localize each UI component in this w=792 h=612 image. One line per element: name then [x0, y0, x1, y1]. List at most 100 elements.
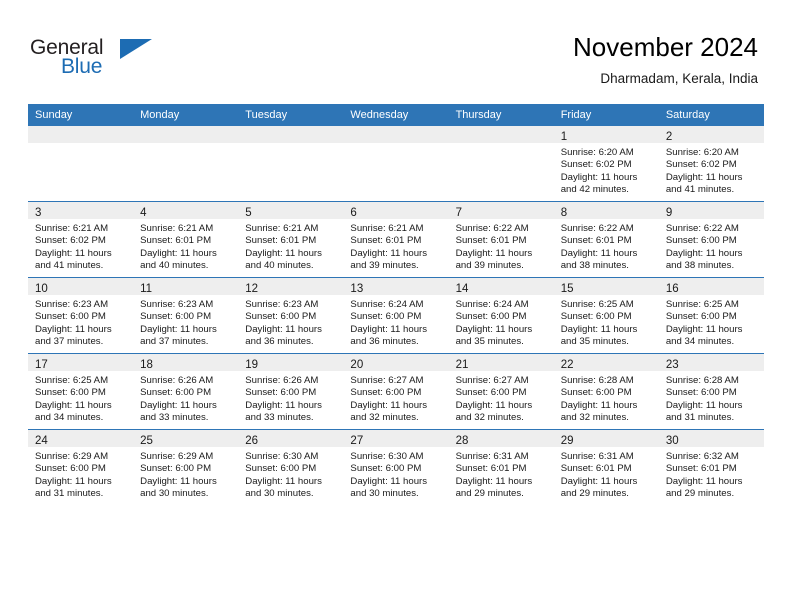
day-number: 21	[455, 359, 469, 371]
day-detail-line: Sunrise: 6:29 AM	[35, 451, 109, 462]
title-block: November 2024 Dharmadam, Kerala, India	[573, 32, 758, 88]
day-number-band	[238, 126, 344, 143]
calendar-empty-cell	[343, 126, 449, 202]
day-detail-line: Sunset: 6:01 PM	[560, 235, 632, 247]
day-detail-line: Sunset: 6:00 PM	[560, 311, 632, 323]
day-detail-line: Sunrise: 6:25 AM	[560, 299, 634, 310]
day-detail-line: Sunrise: 6:22 AM	[560, 223, 634, 234]
calendar-day-cell[interactable]: 16 Sunrise: 6:25 AM Sunset: 6:00 PM Dayligh…	[658, 277, 764, 354]
day-detail-line: and 33 minutes.	[140, 412, 209, 424]
day-number-band: 9	[658, 202, 764, 219]
calendar-day-cell[interactable]: 5 Sunrise: 6:21 AM Sunset: 6:01 PM Daylight…	[238, 201, 344, 278]
day-number-band: 6	[343, 202, 449, 219]
day-number-band: 5	[238, 202, 344, 219]
calendar-day-cell[interactable]: 2 Sunrise: 6:20 AM Sunset: 6:02 PM Daylight…	[658, 126, 764, 202]
weekday-header-saturday: Saturday	[658, 104, 764, 126]
calendar-day-cell[interactable]: 24 Sunrise: 6:29 AM Sunset: 6:00 PM Dayligh…	[28, 429, 134, 505]
day-detail-line: Sunset: 6:02 PM	[665, 159, 737, 171]
day-detail-line: Sunset: 6:00 PM	[245, 463, 317, 475]
calendar-day-cell[interactable]: 21 Sunrise: 6:27 AM Sunset: 6:00 PM Dayligh…	[448, 353, 554, 430]
calendar-day-cell[interactable]: 29 Sunrise: 6:31 AM Sunset: 6:01 PM Dayligh…	[553, 429, 659, 505]
day-detail-line: Daylight: 11 hours	[455, 399, 533, 411]
day-cell-details: Sunrise: 6:26 AM Sunset: 6:00 PM Daylight:…	[238, 371, 343, 425]
day-cell-details: Sunrise: 6:20 AM Sunset: 6:02 PM Daylight:…	[554, 143, 659, 197]
calendar-day-cell[interactable]: 28 Sunrise: 6:31 AM Sunset: 6:01 PM Dayligh…	[448, 429, 554, 505]
day-detail-line: Daylight: 11 hours	[665, 475, 743, 487]
day-cell-details	[28, 143, 133, 147]
day-number-band: 11	[133, 278, 239, 295]
day-detail-line: Daylight: 11 hours	[140, 399, 217, 411]
calendar-day-cell[interactable]: 13 Sunrise: 6:24 AM Sunset: 6:00 PM Dayligh…	[343, 277, 449, 354]
calendar-day-cell[interactable]: 22 Sunrise: 6:28 AM Sunset: 6:00 PM Dayligh…	[553, 353, 659, 430]
day-detail-line: and 39 minutes.	[455, 260, 524, 272]
day-detail-line: and 32 minutes.	[455, 412, 524, 424]
calendar-day-cell[interactable]: 15 Sunrise: 6:25 AM Sunset: 6:00 PM Dayligh…	[553, 277, 659, 354]
calendar-day-cell[interactable]: 20 Sunrise: 6:27 AM Sunset: 6:00 PM Dayligh…	[343, 353, 449, 430]
day-detail-line: and 34 minutes.	[665, 336, 735, 348]
day-detail-line: Daylight: 11 hours	[665, 323, 743, 335]
calendar-day-cell[interactable]: 10 Sunrise: 6:23 AM Sunset: 6:00 PM Dayligh…	[28, 277, 134, 354]
day-detail-line: Sunset: 6:01 PM	[455, 235, 527, 247]
calendar-day-cell[interactable]: 7 Sunrise: 6:22 AM Sunset: 6:01 PM Daylight…	[448, 201, 554, 278]
day-detail-line: Sunset: 6:00 PM	[35, 387, 106, 399]
day-number: 7	[455, 207, 462, 219]
day-detail-line: Sunrise: 6:23 AM	[35, 299, 109, 310]
day-cell-details: Sunrise: 6:27 AM Sunset: 6:00 PM Daylight:…	[343, 371, 448, 425]
day-detail-line: Daylight: 11 hours	[350, 475, 428, 487]
calendar-day-cell[interactable]: 8 Sunrise: 6:22 AM Sunset: 6:01 PM Daylight…	[553, 201, 659, 278]
day-detail-line: Sunrise: 6:23 AM	[245, 299, 319, 310]
day-number-band	[448, 126, 554, 143]
day-detail-line: Daylight: 11 hours	[560, 171, 638, 183]
day-detail-line: and 40 minutes.	[245, 260, 314, 272]
day-cell-details	[238, 143, 343, 147]
day-number: 6	[350, 207, 357, 219]
calendar-day-cell[interactable]: 1 Sunrise: 6:20 AM Sunset: 6:02 PM Daylight…	[553, 126, 659, 202]
calendar-day-cell[interactable]: 3 Sunrise: 6:21 AM Sunset: 6:02 PM Daylight…	[28, 201, 134, 278]
day-detail-line: Sunrise: 6:30 AM	[350, 451, 424, 462]
calendar-day-cell[interactable]: 25 Sunrise: 6:29 AM Sunset: 6:00 PM Dayligh…	[133, 429, 239, 505]
day-number: 17	[35, 359, 48, 371]
calendar-day-cell[interactable]: 11 Sunrise: 6:23 AM Sunset: 6:00 PM Dayligh…	[133, 277, 239, 354]
calendar-day-cell[interactable]: 6 Sunrise: 6:21 AM Sunset: 6:01 PM Daylight…	[343, 201, 449, 278]
day-detail-line: and 32 minutes.	[350, 412, 419, 424]
weekday-header-row: Sunday Monday Tuesday Wednesday Thursday…	[28, 104, 764, 126]
day-detail-line: Sunrise: 6:26 AM	[140, 375, 214, 386]
calendar-day-cell[interactable]: 27 Sunrise: 6:30 AM Sunset: 6:00 PM Dayligh…	[343, 429, 449, 505]
calendar-day-cell[interactable]: 26 Sunrise: 6:30 AM Sunset: 6:00 PM Dayligh…	[238, 429, 344, 505]
day-cell-details: Sunrise: 6:25 AM Sunset: 6:00 PM Daylight:…	[554, 295, 659, 349]
weekday-header-friday: Friday	[553, 104, 659, 126]
calendar-day-cell[interactable]: 14 Sunrise: 6:24 AM Sunset: 6:00 PM Dayligh…	[448, 277, 554, 354]
blue-triangle-icon	[120, 39, 152, 59]
day-number: 28	[455, 435, 469, 447]
day-number-band: 12	[238, 278, 344, 295]
calendar-day-cell[interactable]: 12 Sunrise: 6:23 AM Sunset: 6:00 PM Dayligh…	[238, 277, 344, 354]
day-detail-line: Sunset: 6:01 PM	[350, 235, 422, 247]
weekday-header-thursday: Thursday	[448, 104, 554, 126]
general-blue-logo[interactable]: General Blue	[30, 36, 190, 84]
calendar-day-cell[interactable]: 4 Sunrise: 6:21 AM Sunset: 6:01 PM Daylight…	[133, 201, 239, 278]
day-number: 26	[245, 435, 259, 447]
day-detail-line: Sunset: 6:01 PM	[140, 235, 212, 247]
calendar-day-cell[interactable]: 18 Sunrise: 6:26 AM Sunset: 6:00 PM Dayligh…	[133, 353, 239, 430]
day-detail-line: Daylight: 11 hours	[35, 475, 112, 487]
day-cell-details	[343, 143, 448, 147]
day-number: 14	[455, 283, 469, 295]
calendar-day-cell[interactable]: 19 Sunrise: 6:26 AM Sunset: 6:00 PM Dayligh…	[238, 353, 344, 430]
day-cell-details: Sunrise: 6:29 AM Sunset: 6:00 PM Daylight:…	[28, 447, 133, 501]
calendar-day-cell[interactable]: 17 Sunrise: 6:25 AM Sunset: 6:00 PM Dayligh…	[28, 353, 134, 430]
day-detail-line: Sunrise: 6:27 AM	[350, 375, 424, 386]
day-number-band: 16	[658, 278, 764, 295]
calendar-body: 1 Sunrise: 6:20 AM Sunset: 6:02 PM Daylight…	[28, 126, 764, 505]
day-detail-line: Daylight: 11 hours	[35, 247, 112, 259]
day-detail-line: Sunset: 6:02 PM	[560, 159, 632, 171]
day-number: 22	[560, 359, 574, 371]
day-detail-line: Sunrise: 6:24 AM	[350, 299, 424, 310]
day-detail-line: Daylight: 11 hours	[245, 247, 322, 259]
day-detail-line: Daylight: 11 hours	[245, 323, 322, 335]
calendar-day-cell[interactable]: 9 Sunrise: 6:22 AM Sunset: 6:00 PM Daylight…	[658, 201, 764, 278]
calendar-day-cell[interactable]: 30 Sunrise: 6:32 AM Sunset: 6:01 PM Dayligh…	[658, 429, 764, 505]
day-detail-line: Sunrise: 6:25 AM	[665, 299, 739, 310]
calendar-day-cell[interactable]: 23 Sunrise: 6:28 AM Sunset: 6:00 PM Dayligh…	[658, 353, 764, 430]
weekday-header-tuesday: Tuesday	[238, 104, 344, 126]
day-number-band: 13	[343, 278, 449, 295]
